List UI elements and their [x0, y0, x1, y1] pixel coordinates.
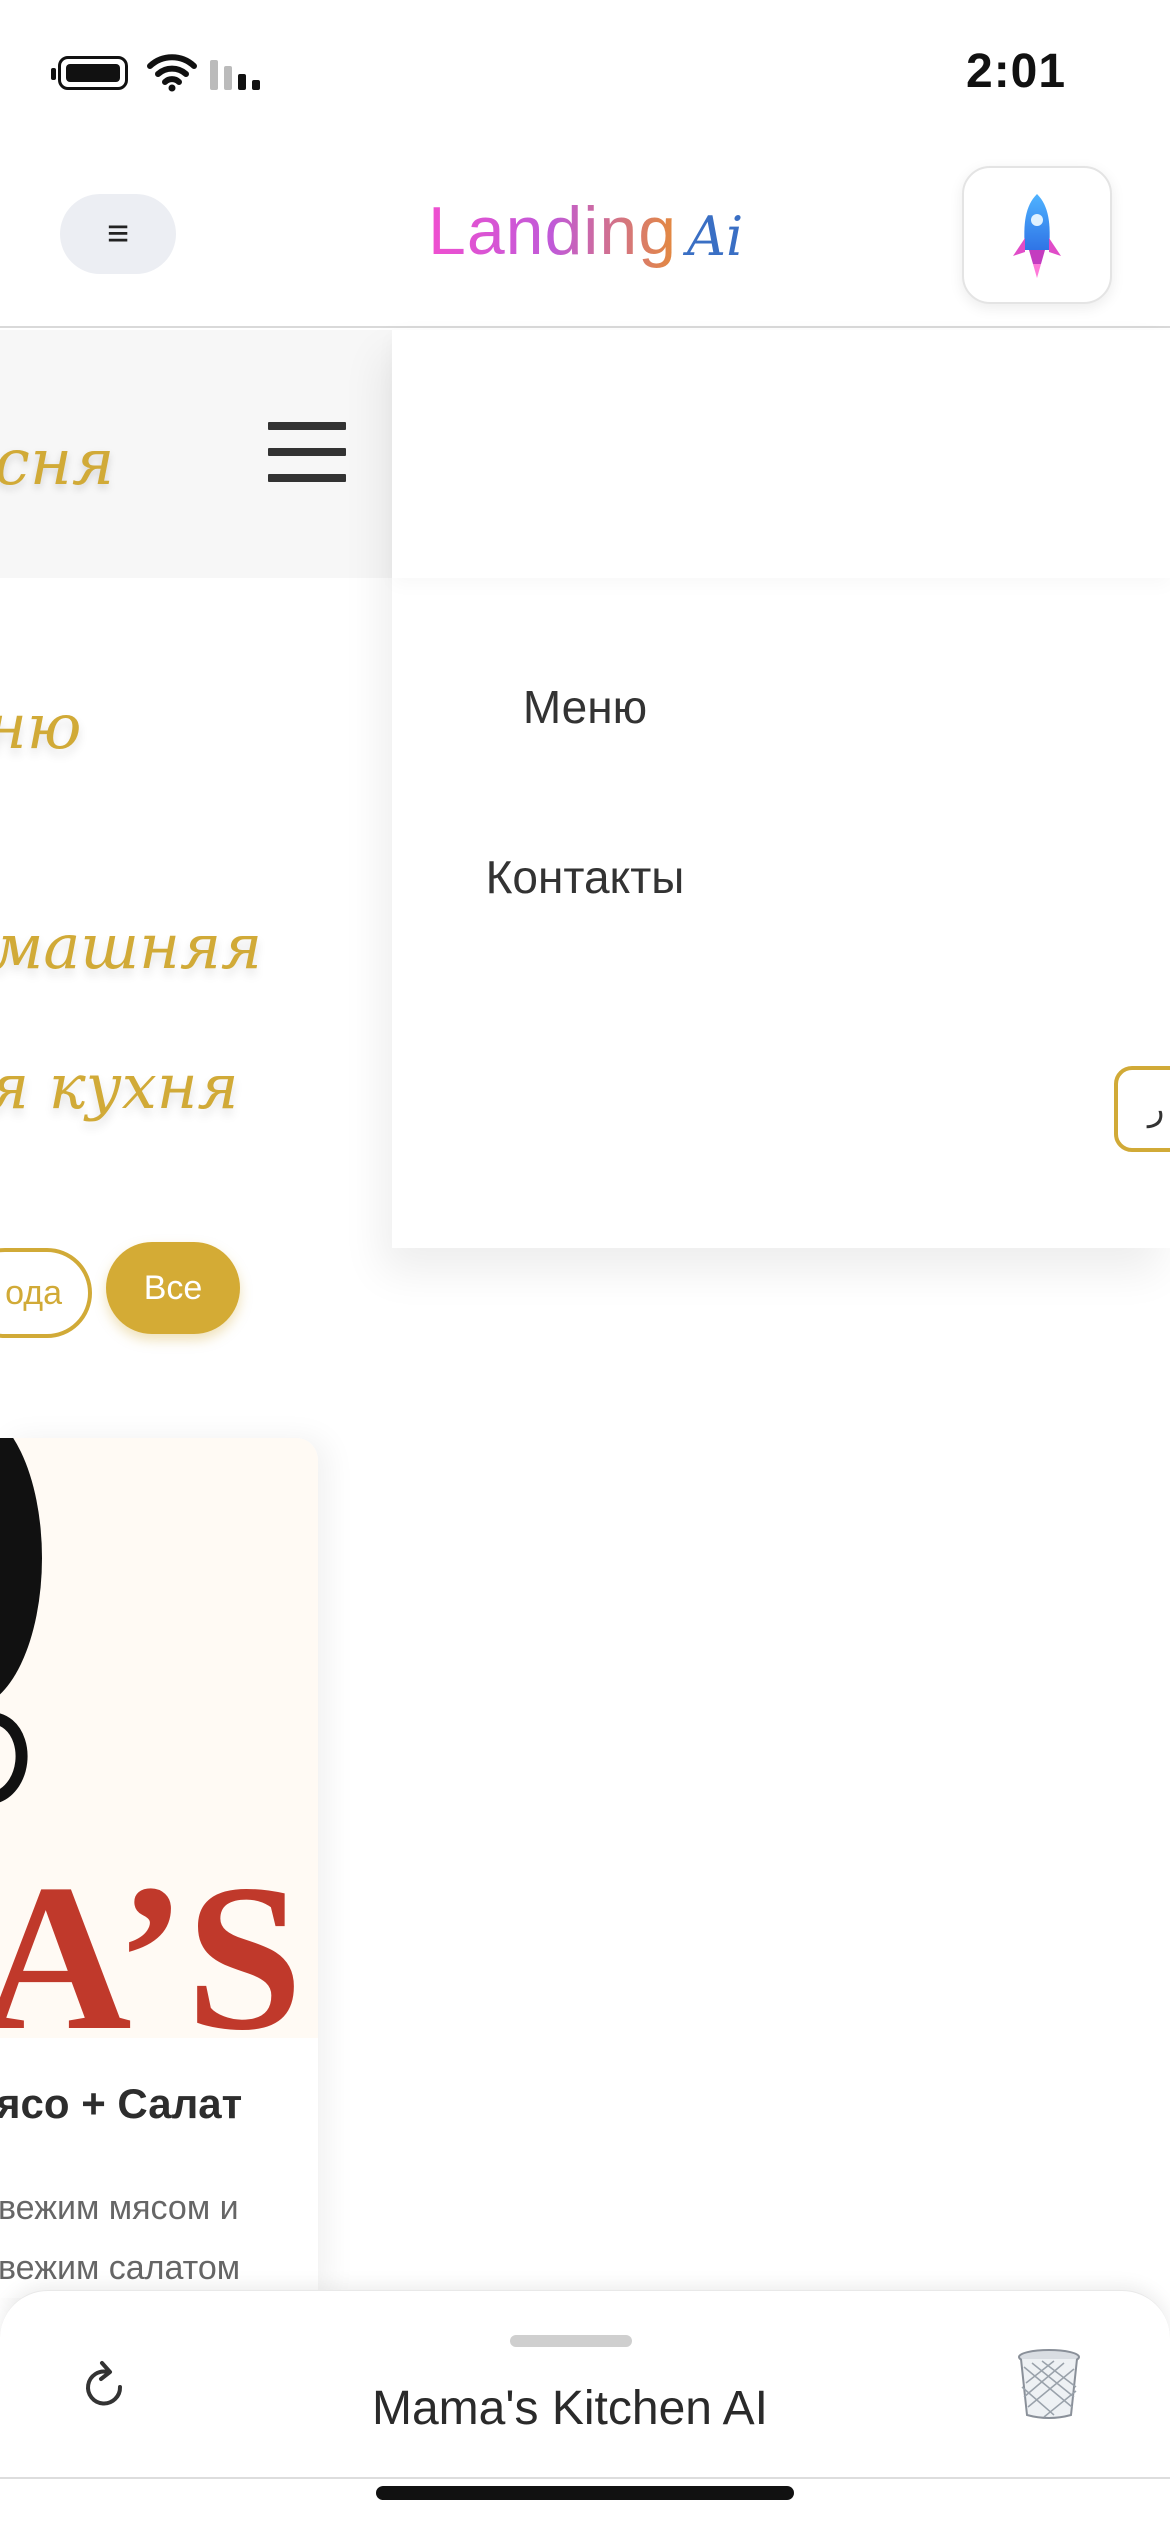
menu-button[interactable]: ≡: [60, 194, 176, 274]
trash-icon[interactable]: [1014, 2347, 1084, 2421]
site-logo[interactable]: сня: [0, 426, 114, 500]
product-image-text: A’S: [0, 1842, 303, 2038]
filter-chip[interactable]: ода: [0, 1248, 92, 1338]
sheet-title: Mama's Kitchen AI: [372, 2382, 768, 2435]
dropdown-header: [392, 330, 1170, 578]
product-title: ясо + Салат: [0, 2080, 243, 2127]
wifi-icon: [147, 54, 197, 92]
filter-chip-all[interactable]: Все: [106, 1242, 240, 1334]
product-image: A’S: [0, 1438, 318, 2038]
product-description: вежим мясом и вежим салатом: [0, 2178, 240, 2298]
logo-suffix-text: Ai: [687, 205, 744, 268]
app-header: ≡ Landing Ai: [0, 150, 1170, 328]
hamburger-icon: ≡: [106, 212, 130, 255]
language-button[interactable]: ر: [1114, 1066, 1170, 1152]
product-description-line: вежим мясом и: [0, 2189, 239, 2227]
home-indicator[interactable]: [376, 2486, 794, 2500]
status-bar: 2:01: [0, 0, 1170, 150]
rocket-button[interactable]: [962, 166, 1112, 304]
nav-link-contacts[interactable]: Контакты: [0, 850, 1170, 904]
product-description-line: вежим салатом: [0, 2249, 241, 2287]
site-navbar: сня: [0, 330, 392, 578]
site-hamburger-icon[interactable]: [268, 422, 346, 500]
product-card[interactable]: A’S ясо + Салат вежим мясом и вежим сала…: [0, 1438, 318, 2298]
mamas-logo-image: A’S: [0, 1438, 303, 2038]
nav-dropdown: [392, 330, 1170, 1248]
battery-icon: [51, 56, 128, 90]
status-time: 2:01: [966, 45, 1067, 98]
landing-ai-logo: Landing Ai: [428, 192, 743, 270]
nav-link-menu[interactable]: Меню: [0, 680, 1170, 734]
logo-main-text: Landing: [428, 193, 678, 269]
sheet-divider: [0, 2477, 1170, 2479]
hero-line: машняя: [0, 910, 263, 983]
sheet-grabber[interactable]: [510, 2335, 632, 2347]
rocket-icon: [1013, 194, 1061, 278]
signal-icon: [210, 60, 260, 90]
hero-line: я кухня: [0, 1050, 239, 1123]
